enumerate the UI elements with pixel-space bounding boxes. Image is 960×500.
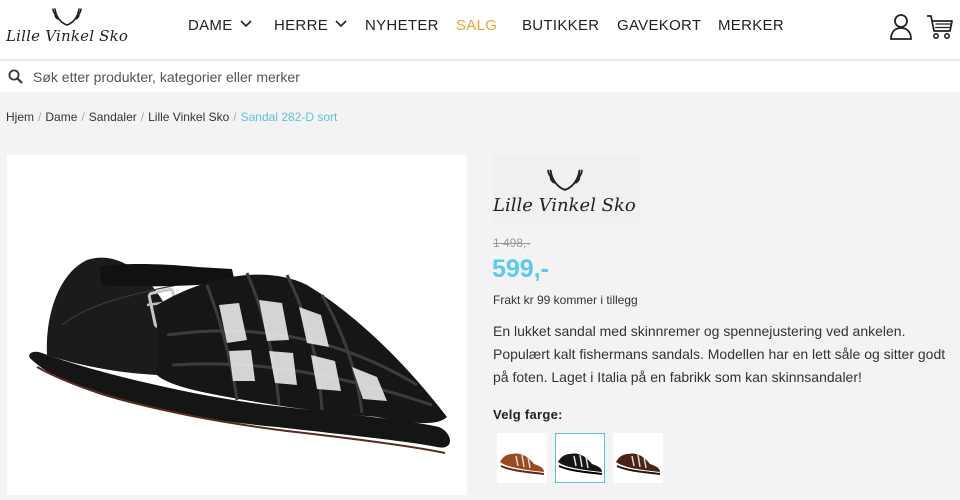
site-header: Lille Vinkel Sko DAME HERRE NYHETER SALG…: [0, 0, 960, 60]
product-description: En lukket sandal med skinnremer og spenn…: [493, 323, 946, 385]
chevron-down-icon: [335, 20, 347, 28]
price: 599,-: [492, 255, 549, 283]
nav-item-label: HERRE: [274, 17, 329, 34]
brand-wordmark: Lille Vinkel Sko: [6, 27, 129, 45]
sandal-thumbnail: [558, 453, 603, 475]
breadcrumb-link-hjem[interactable]: Hjem: [6, 110, 34, 124]
cart-icon[interactable]: [926, 13, 954, 41]
color-swatch-brown[interactable]: [497, 433, 547, 483]
color-swatch-black[interactable]: [555, 433, 605, 483]
breadcrumb-separator: /: [233, 110, 237, 124]
antlers-logo-icon: [52, 8, 82, 26]
breadcrumb-separator: /: [81, 110, 85, 124]
breadcrumb-separator: /: [38, 110, 42, 124]
old-price: 1 498,-: [493, 236, 531, 250]
nav-item-nyheter[interactable]: NYHETER: [365, 17, 439, 34]
sandal-thumbnail: [500, 453, 545, 475]
nav-item-label: DAME: [188, 17, 233, 34]
chevron-down-icon: [239, 20, 252, 28]
breadcrumb: Hjem / Dame / Sandaler / Lille Vinkel Sko / Sand…: [6, 110, 337, 124]
breadcrumb-link-dame[interactable]: Dame: [45, 110, 77, 124]
color-swatch-dark-brown[interactable]: [613, 433, 663, 483]
antlers-logo-icon: [547, 169, 583, 191]
sandal-thumbnail: [616, 453, 661, 475]
breadcrumb-link-brand[interactable]: Lille Vinkel Sko: [148, 110, 229, 124]
brand-wordmark: Lille Vinkel Sko: [493, 195, 636, 216]
user-icon[interactable]: [889, 13, 913, 41]
search-bar: [0, 61, 960, 92]
nav-item-salg[interactable]: SALG: [456, 17, 497, 34]
nav-item-butikker[interactable]: BUTIKKER: [522, 17, 599, 34]
nav-item-merker[interactable]: MERKER: [718, 17, 784, 34]
brand-logo-box[interactable]: Lille Vinkel Sko: [493, 155, 640, 225]
search-input[interactable]: [33, 66, 933, 87]
sandal-product-photo: [29, 257, 450, 454]
brand-logo[interactable]: Lille Vinkel Sko: [6, 6, 128, 50]
breadcrumb-separator: /: [140, 110, 145, 124]
breadcrumb-link-sandaler[interactable]: Sandaler: [89, 110, 137, 124]
shipping-info: Frakt kr 99 kommer i tillegg: [493, 293, 638, 307]
breadcrumb-current: Sandal 282-D sort: [240, 110, 338, 124]
nav-item-gavekort[interactable]: GAVEKORT: [617, 17, 701, 34]
color-label: Velg farge:: [493, 407, 563, 422]
nav-item-dame[interactable]: DAME: [188, 17, 252, 34]
nav-item-herre[interactable]: HERRE: [274, 17, 347, 34]
product-image[interactable]: [7, 155, 467, 495]
search-icon[interactable]: [8, 69, 23, 84]
